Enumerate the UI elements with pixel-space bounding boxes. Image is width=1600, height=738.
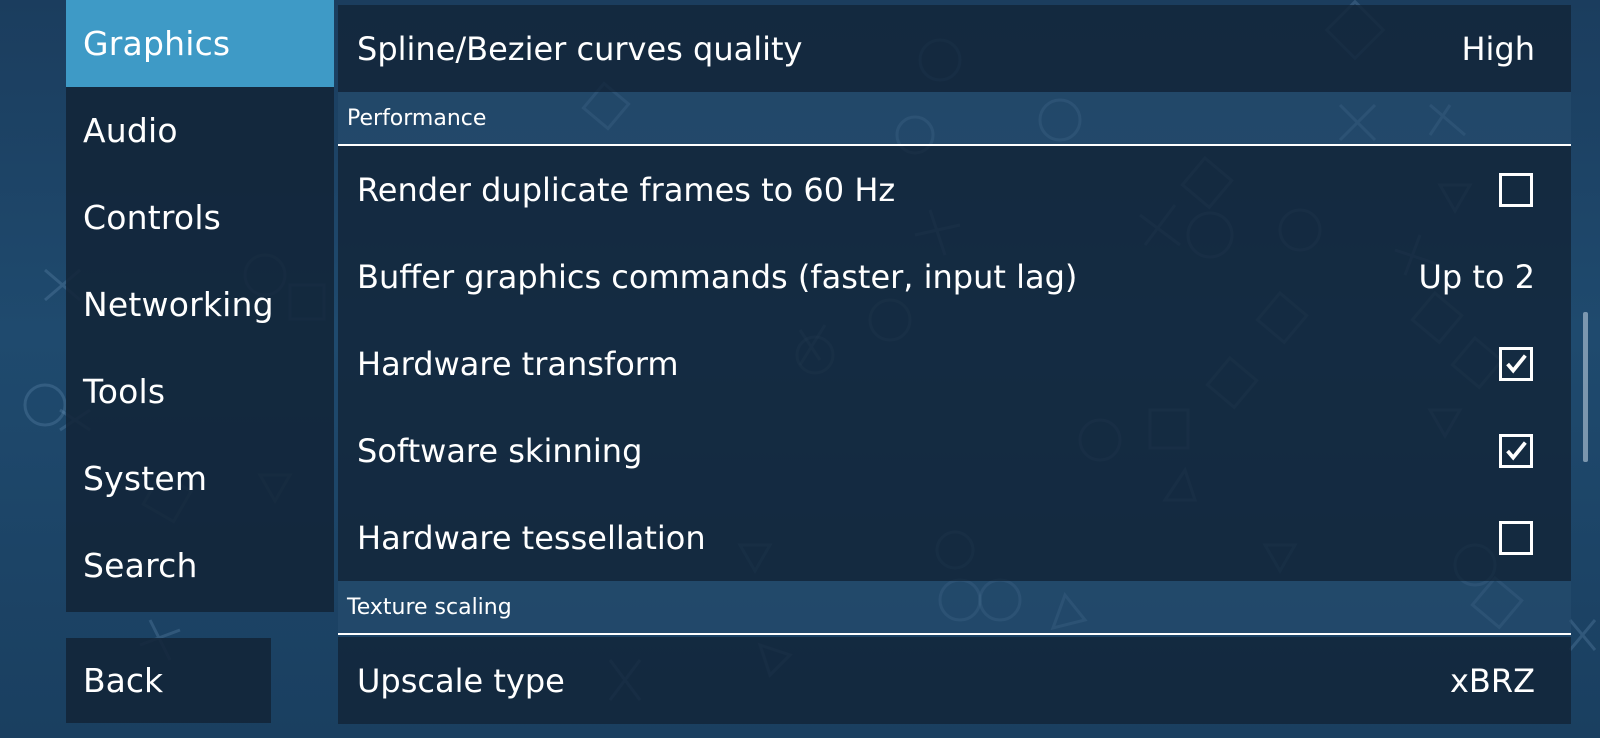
setting-label: Spline/Bezier curves quality bbox=[357, 29, 803, 68]
section-header-texture-scaling: Texture scaling bbox=[338, 581, 1571, 635]
setting-label: Software skinning bbox=[357, 431, 643, 470]
setting-label: Render duplicate frames to 60 Hz bbox=[357, 170, 896, 209]
scrollbar[interactable] bbox=[1583, 312, 1588, 462]
setting-render-duplicate-frames[interactable]: Render duplicate frames to 60 Hz bbox=[338, 146, 1571, 233]
tab-tools[interactable]: Tools bbox=[66, 348, 334, 435]
checkmark-icon bbox=[1506, 353, 1527, 373]
tab-controls[interactable]: Controls bbox=[66, 174, 334, 261]
setting-upscale-type[interactable]: Upscale type xBRZ bbox=[338, 637, 1571, 724]
setting-label: Hardware transform bbox=[357, 344, 679, 383]
section-header-performance: Performance bbox=[338, 92, 1571, 146]
checkmark-icon bbox=[1506, 440, 1527, 460]
setting-buffer-graphics-commands[interactable]: Buffer graphics commands (faster, input … bbox=[338, 233, 1571, 320]
setting-software-skinning[interactable]: Software skinning bbox=[338, 407, 1571, 494]
setting-value: Up to 2 bbox=[1418, 257, 1535, 296]
setting-spline-quality[interactable]: Spline/Bezier curves quality High bbox=[338, 5, 1571, 92]
checkbox-unchecked[interactable] bbox=[1499, 172, 1533, 207]
checkbox-checked[interactable] bbox=[1499, 433, 1533, 468]
setting-label: Upscale type bbox=[357, 661, 565, 700]
back-button[interactable]: Back bbox=[66, 638, 271, 723]
tab-system[interactable]: System bbox=[66, 435, 334, 522]
settings-sidebar: Graphics Audio Controls Networking Tools… bbox=[66, 0, 334, 612]
setting-value: xBRZ bbox=[1449, 661, 1535, 700]
checkbox-unchecked[interactable] bbox=[1499, 520, 1533, 555]
tab-networking[interactable]: Networking bbox=[66, 261, 334, 348]
tab-search[interactable]: Search bbox=[66, 522, 334, 609]
tab-graphics[interactable]: Graphics bbox=[66, 0, 334, 87]
tab-audio[interactable]: Audio bbox=[66, 87, 334, 174]
settings-list: Spline/Bezier curves quality High Perfor… bbox=[338, 0, 1571, 738]
setting-hardware-tessellation[interactable]: Hardware tessellation bbox=[338, 494, 1571, 581]
setting-label: Buffer graphics commands (faster, input … bbox=[357, 257, 1078, 296]
setting-hardware-transform[interactable]: Hardware transform bbox=[338, 320, 1571, 407]
setting-value: High bbox=[1461, 29, 1535, 68]
setting-label: Hardware tessellation bbox=[357, 518, 706, 557]
checkbox-checked[interactable] bbox=[1499, 346, 1533, 381]
